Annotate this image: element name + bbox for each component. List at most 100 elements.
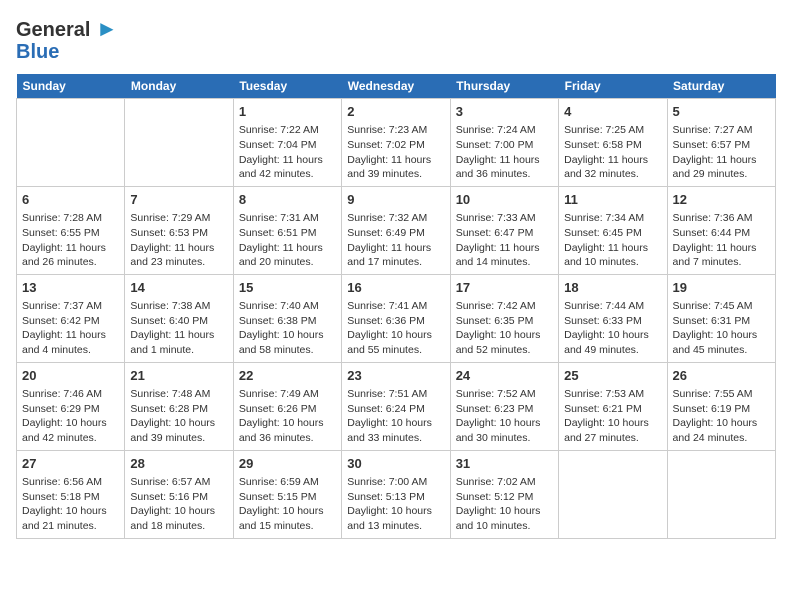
calendar-cell: 21Sunrise: 7:48 AMSunset: 6:28 PMDayligh… (125, 362, 233, 450)
calendar-cell: 28Sunrise: 6:57 AMSunset: 5:16 PMDayligh… (125, 450, 233, 538)
daylight-text: Daylight: 10 hours and 49 minutes. (564, 329, 649, 356)
daylight-text: Daylight: 11 hours and 23 minutes. (130, 242, 214, 269)
sunrise-text: Sunrise: 7:34 AM (564, 212, 644, 224)
calendar-cell: 22Sunrise: 7:49 AMSunset: 6:26 PMDayligh… (233, 362, 341, 450)
sunset-text: Sunset: 5:12 PM (456, 491, 534, 503)
day-number: 28 (130, 455, 227, 473)
calendar-cell: 12Sunrise: 7:36 AMSunset: 6:44 PMDayligh… (667, 186, 775, 274)
calendar-cell: 10Sunrise: 7:33 AMSunset: 6:47 PMDayligh… (450, 186, 558, 274)
day-number: 16 (347, 279, 444, 297)
calendar-cell: 31Sunrise: 7:02 AMSunset: 5:12 PMDayligh… (450, 450, 558, 538)
sunrise-text: Sunrise: 7:37 AM (22, 300, 102, 312)
day-number: 7 (130, 191, 227, 209)
daylight-text: Daylight: 10 hours and 27 minutes. (564, 417, 649, 444)
sunset-text: Sunset: 6:49 PM (347, 227, 425, 239)
calendar-cell: 6Sunrise: 7:28 AMSunset: 6:55 PMDaylight… (17, 186, 125, 274)
day-number: 2 (347, 103, 444, 121)
day-number: 12 (673, 191, 770, 209)
calendar-cell: 16Sunrise: 7:41 AMSunset: 6:36 PMDayligh… (342, 274, 450, 362)
sunrise-text: Sunrise: 7:44 AM (564, 300, 644, 312)
sunset-text: Sunset: 6:55 PM (22, 227, 100, 239)
sunset-text: Sunset: 6:53 PM (130, 227, 208, 239)
sunrise-text: Sunrise: 7:49 AM (239, 388, 319, 400)
weekday-header-wednesday: Wednesday (342, 74, 450, 99)
sunset-text: Sunset: 6:44 PM (673, 227, 751, 239)
weekday-header-sunday: Sunday (17, 74, 125, 99)
sunrise-text: Sunrise: 7:36 AM (673, 212, 753, 224)
day-number: 22 (239, 367, 336, 385)
calendar-cell (559, 450, 667, 538)
week-row-1: 1Sunrise: 7:22 AMSunset: 7:04 PMDaylight… (17, 99, 776, 187)
day-number: 19 (673, 279, 770, 297)
day-number: 5 (673, 103, 770, 121)
sunrise-text: Sunrise: 7:41 AM (347, 300, 427, 312)
daylight-text: Daylight: 11 hours and 20 minutes. (239, 242, 323, 269)
sunset-text: Sunset: 7:02 PM (347, 139, 425, 151)
calendar-cell (17, 99, 125, 187)
weekday-header-saturday: Saturday (667, 74, 775, 99)
daylight-text: Daylight: 11 hours and 42 minutes. (239, 154, 323, 181)
sunset-text: Sunset: 6:24 PM (347, 403, 425, 415)
calendar-cell: 25Sunrise: 7:53 AMSunset: 6:21 PMDayligh… (559, 362, 667, 450)
sunset-text: Sunset: 5:13 PM (347, 491, 425, 503)
daylight-text: Daylight: 10 hours and 42 minutes. (22, 417, 107, 444)
calendar-cell: 26Sunrise: 7:55 AMSunset: 6:19 PMDayligh… (667, 362, 775, 450)
logo: General ► Blue (16, 16, 118, 62)
sunrise-text: Sunrise: 7:55 AM (673, 388, 753, 400)
sunset-text: Sunset: 6:58 PM (564, 139, 642, 151)
calendar-cell: 14Sunrise: 7:38 AMSunset: 6:40 PMDayligh… (125, 274, 233, 362)
daylight-text: Daylight: 10 hours and 58 minutes. (239, 329, 324, 356)
day-number: 27 (22, 455, 119, 473)
daylight-text: Daylight: 11 hours and 1 minute. (130, 329, 214, 356)
day-number: 15 (239, 279, 336, 297)
sunrise-text: Sunrise: 6:59 AM (239, 476, 319, 488)
sunset-text: Sunset: 6:28 PM (130, 403, 208, 415)
page-header: General ► Blue (16, 16, 776, 62)
daylight-text: Daylight: 11 hours and 26 minutes. (22, 242, 106, 269)
daylight-text: Daylight: 10 hours and 15 minutes. (239, 505, 324, 532)
sunrise-text: Sunrise: 7:42 AM (456, 300, 536, 312)
daylight-text: Daylight: 11 hours and 32 minutes. (564, 154, 648, 181)
sunrise-text: Sunrise: 7:22 AM (239, 124, 319, 136)
sunset-text: Sunset: 6:40 PM (130, 315, 208, 327)
week-row-4: 20Sunrise: 7:46 AMSunset: 6:29 PMDayligh… (17, 362, 776, 450)
daylight-text: Daylight: 10 hours and 45 minutes. (673, 329, 758, 356)
day-number: 3 (456, 103, 553, 121)
sunrise-text: Sunrise: 7:28 AM (22, 212, 102, 224)
sunrise-text: Sunrise: 7:31 AM (239, 212, 319, 224)
calendar-cell: 18Sunrise: 7:44 AMSunset: 6:33 PMDayligh… (559, 274, 667, 362)
sunset-text: Sunset: 6:29 PM (22, 403, 100, 415)
day-number: 23 (347, 367, 444, 385)
logo-blue: Blue (16, 41, 59, 63)
sunset-text: Sunset: 5:16 PM (130, 491, 208, 503)
day-number: 9 (347, 191, 444, 209)
daylight-text: Daylight: 11 hours and 10 minutes. (564, 242, 648, 269)
calendar-cell: 2Sunrise: 7:23 AMSunset: 7:02 PMDaylight… (342, 99, 450, 187)
daylight-text: Daylight: 10 hours and 52 minutes. (456, 329, 541, 356)
sunrise-text: Sunrise: 7:24 AM (456, 124, 536, 136)
daylight-text: Daylight: 11 hours and 29 minutes. (673, 154, 757, 181)
calendar-cell: 11Sunrise: 7:34 AMSunset: 6:45 PMDayligh… (559, 186, 667, 274)
day-number: 14 (130, 279, 227, 297)
daylight-text: Daylight: 11 hours and 17 minutes. (347, 242, 431, 269)
sunrise-text: Sunrise: 7:23 AM (347, 124, 427, 136)
sunset-text: Sunset: 6:38 PM (239, 315, 317, 327)
calendar-cell: 13Sunrise: 7:37 AMSunset: 6:42 PMDayligh… (17, 274, 125, 362)
sunrise-text: Sunrise: 7:33 AM (456, 212, 536, 224)
sunrise-text: Sunrise: 7:45 AM (673, 300, 753, 312)
sunrise-text: Sunrise: 7:02 AM (456, 476, 536, 488)
sunrise-text: Sunrise: 7:27 AM (673, 124, 753, 136)
weekday-header-thursday: Thursday (450, 74, 558, 99)
day-number: 31 (456, 455, 553, 473)
day-number: 18 (564, 279, 661, 297)
daylight-text: Daylight: 10 hours and 13 minutes. (347, 505, 432, 532)
day-number: 4 (564, 103, 661, 121)
calendar-cell: 4Sunrise: 7:25 AMSunset: 6:58 PMDaylight… (559, 99, 667, 187)
day-number: 29 (239, 455, 336, 473)
sunset-text: Sunset: 6:31 PM (673, 315, 751, 327)
sunset-text: Sunset: 6:21 PM (564, 403, 642, 415)
weekday-header-tuesday: Tuesday (233, 74, 341, 99)
day-number: 24 (456, 367, 553, 385)
daylight-text: Daylight: 10 hours and 39 minutes. (130, 417, 215, 444)
sunset-text: Sunset: 5:18 PM (22, 491, 100, 503)
